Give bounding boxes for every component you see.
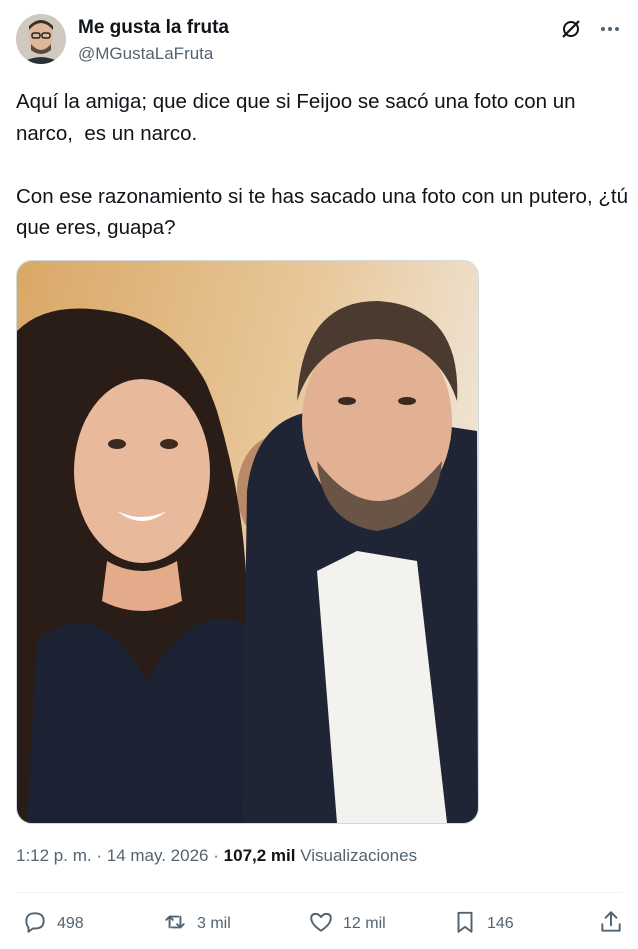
tweet-photo[interactable] — [16, 260, 479, 824]
tweet-header: Me gusta la fruta @MGustaLaFruta — [16, 14, 622, 70]
avatar[interactable] — [16, 14, 66, 64]
heart-icon — [308, 909, 334, 940]
author-handle[interactable]: @MGustaLaFruta — [78, 44, 213, 64]
repost-icon — [162, 909, 188, 940]
author-display-name[interactable]: Me gusta la fruta — [78, 17, 229, 39]
reply-button[interactable]: 498 — [22, 904, 84, 944]
bookmark-button[interactable]: 146 — [452, 904, 514, 944]
reply-count: 498 — [57, 915, 84, 932]
views-label: Visualizaciones — [300, 846, 418, 865]
like-button[interactable]: 12 mil — [308, 904, 386, 944]
share-button[interactable] — [598, 904, 624, 944]
bookmark-icon — [452, 909, 478, 940]
more-icon[interactable] — [598, 18, 622, 40]
action-bar: 498 3 mil 12 mil 146 — [0, 904, 638, 944]
tweet-time[interactable]: 1:12 p. m. — [16, 846, 92, 865]
repost-button[interactable]: 3 mil — [162, 904, 231, 944]
bookmark-count: 146 — [487, 915, 514, 932]
meta-separator: · — [96, 846, 103, 865]
tweet-meta: 1:12 p. m. · 14 may. 2026 · 107,2 mil Vi… — [16, 846, 417, 866]
meta-separator: · — [213, 846, 219, 865]
divider — [16, 892, 622, 893]
share-icon — [598, 909, 624, 940]
reply-icon — [22, 909, 48, 940]
grok-icon[interactable] — [560, 18, 582, 40]
repost-count: 3 mil — [197, 915, 231, 932]
tweet-text: Aquí la amiga; que dice que si Feijoo se… — [16, 90, 628, 239]
like-count: 12 mil — [343, 915, 386, 932]
views-count: 107,2 mil — [223, 846, 296, 865]
tweet-date[interactable]: 14 may. 2026 — [107, 846, 209, 865]
